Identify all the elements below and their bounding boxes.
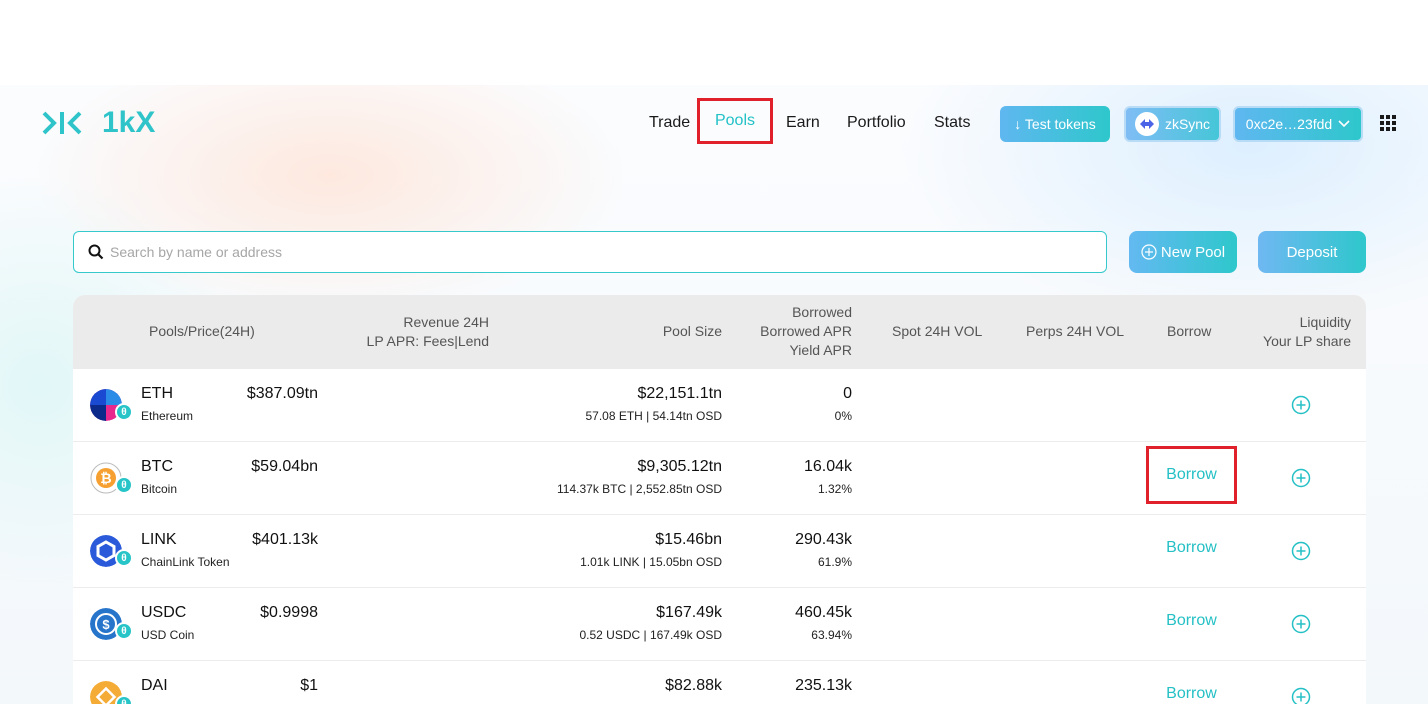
- add-liquidity-icon[interactable]: [1291, 395, 1311, 415]
- pool-symbol: USDC: [141, 604, 187, 621]
- pool-size: $22,151.1tn: [637, 385, 722, 402]
- table-row[interactable]: θ ETH Ethereum $387.09tn $22,151.1tn 57.…: [73, 369, 1366, 442]
- add-liquidity-icon[interactable]: [1291, 687, 1311, 704]
- pool-size: $167.49k: [656, 604, 722, 621]
- pool-size: $15.46bn: [655, 531, 722, 548]
- table-row[interactable]: $ θ USDC USD Coin $0.9998 $167.49k 0.52 …: [73, 588, 1366, 661]
- pool-price: $59.04bn: [251, 458, 318, 475]
- header-borrow: Borrow: [1167, 323, 1212, 339]
- logo-mark-icon: [42, 111, 82, 135]
- header-revenue-line1: Revenue 24H: [403, 314, 489, 330]
- table-header: Pools/Price(24H) Revenue 24H LP APR: Fee…: [73, 295, 1366, 369]
- pool-size-detail: 114.37k BTC | 2,552.85tn OSD: [557, 482, 722, 496]
- header-liquidity-line1: Liquidity: [1299, 314, 1351, 330]
- apps-grid-icon[interactable]: [1380, 115, 1396, 131]
- header-liquidity-line2: Your LP share: [1263, 333, 1351, 349]
- chevron-down-icon: [1338, 120, 1350, 128]
- pool-price: $387.09tn: [246, 385, 318, 402]
- borrowed-amount: 0: [843, 385, 852, 402]
- nav-earn[interactable]: Earn: [786, 114, 820, 132]
- pool-name: ChainLink Token: [141, 555, 230, 569]
- pool-size: $82.88k: [665, 677, 722, 694]
- network-button[interactable]: zkSync: [1124, 106, 1221, 142]
- search-icon: [88, 244, 104, 260]
- pool-price: $0.9998: [260, 604, 318, 621]
- plus-circle-icon: [1141, 244, 1157, 260]
- borrowed-amount: 290.43k: [795, 531, 852, 548]
- zksync-icon: [1134, 112, 1159, 136]
- nav-portfolio[interactable]: Portfolio: [847, 114, 906, 132]
- borrow-button[interactable]: Borrow: [1146, 446, 1237, 504]
- add-liquidity-icon[interactable]: [1291, 541, 1311, 561]
- header-revenue: Revenue 24H LP APR: Fees|Lend: [367, 313, 489, 351]
- wallet-address: 0xc2e…23fdd: [1245, 116, 1333, 132]
- table-row[interactable]: θ LINK ChainLink Token $401.13k $15.46bn…: [73, 515, 1366, 588]
- add-liquidity-icon[interactable]: [1291, 468, 1311, 488]
- pool-symbol: LINK: [141, 531, 177, 548]
- nav-pools[interactable]: Pools: [697, 98, 773, 144]
- borrowed-apr: 1.32%: [817, 482, 852, 496]
- new-pool-button[interactable]: New Pool: [1129, 231, 1237, 273]
- pool-symbol: ETH: [141, 385, 173, 402]
- borrowed-amount: 235.13k: [795, 677, 852, 694]
- pool-size: $9,305.12tn: [637, 458, 722, 475]
- logo-text: 1kX: [102, 106, 156, 139]
- token-badge-icon: θ: [115, 695, 133, 704]
- pool-name: Ethereum: [141, 409, 194, 423]
- wallet-button[interactable]: 0xc2e…23fdd: [1233, 106, 1363, 142]
- search-bar: [73, 231, 1107, 273]
- header-spot-vol: Spot 24H VOL: [892, 323, 983, 339]
- new-pool-label: New Pool: [1160, 243, 1226, 261]
- header-liquidity: Liquidity Your LP share: [1263, 313, 1351, 351]
- pool-symbol: BTC: [141, 458, 173, 475]
- header-borrowed-line2: Borrowed APR: [760, 323, 852, 339]
- pool-size-detail: 1.01k LINK | 15.05bn OSD: [580, 555, 722, 569]
- pool-size-detail: 57.08 ETH | 54.14tn OSD: [585, 409, 722, 423]
- borrowed-amount: 460.45k: [795, 604, 852, 621]
- deposit-button[interactable]: Deposit: [1258, 231, 1366, 273]
- nav-stats[interactable]: Stats: [934, 114, 970, 132]
- network-label: zkSync: [1164, 116, 1211, 132]
- pools-table: Pools/Price(24H) Revenue 24H LP APR: Fee…: [73, 295, 1366, 704]
- header-pool-size: Pool Size: [662, 323, 722, 339]
- token-badge-icon: θ: [115, 622, 133, 640]
- pool-name: Bitcoin: [141, 482, 178, 496]
- token-badge-icon: θ: [115, 403, 133, 421]
- token-badge-icon: θ: [115, 476, 133, 494]
- header-revenue-line2: LP APR: Fees|Lend: [366, 333, 489, 349]
- search-input[interactable]: [110, 244, 1010, 260]
- add-liquidity-icon[interactable]: [1291, 614, 1311, 634]
- logo[interactable]: 1kX: [42, 106, 156, 139]
- borrow-button[interactable]: Borrow: [1146, 665, 1237, 704]
- token-badge-icon: θ: [115, 549, 133, 567]
- svg-text:₿: ₿: [100, 470, 111, 486]
- table-row[interactable]: θ DAI $1 $82.88k 235.13k Borrow: [73, 661, 1366, 704]
- header-borrowed-line3: Yield APR: [789, 342, 852, 358]
- pool-size-detail: 0.52 USDC | 167.49k OSD: [579, 628, 722, 642]
- pool-price: $401.13k: [252, 531, 318, 548]
- borrowed-amount: 16.04k: [803, 458, 852, 475]
- svg-text:$: $: [102, 617, 110, 632]
- nav-trade[interactable]: Trade: [649, 114, 690, 132]
- borrow-button[interactable]: Borrow: [1146, 519, 1237, 577]
- table-row[interactable]: ₿ θ BTC Bitcoin $59.04bn $9,305.12tn 114…: [73, 442, 1366, 515]
- header-perps-vol: Perps 24H VOL: [1026, 323, 1125, 339]
- borrow-button[interactable]: Borrow: [1146, 592, 1237, 650]
- borrowed-apr: 0%: [834, 409, 852, 423]
- app-root: 1kX Trade Pools Earn Portfolio Stats ↓ T…: [0, 85, 1428, 704]
- pool-symbol: DAI: [141, 677, 168, 694]
- header-pools: Pools/Price(24H): [149, 323, 255, 339]
- header-borrowed-line1: Borrowed: [792, 304, 852, 320]
- borrowed-apr: 61.9%: [817, 555, 852, 569]
- header-borrowed: Borrowed Borrowed APR Yield APR: [760, 303, 852, 360]
- pool-price: $1: [300, 677, 318, 694]
- borrowed-apr: 63.94%: [811, 628, 852, 642]
- pool-name: USD Coin: [141, 628, 195, 642]
- test-tokens-button[interactable]: ↓ Test tokens: [1000, 106, 1110, 142]
